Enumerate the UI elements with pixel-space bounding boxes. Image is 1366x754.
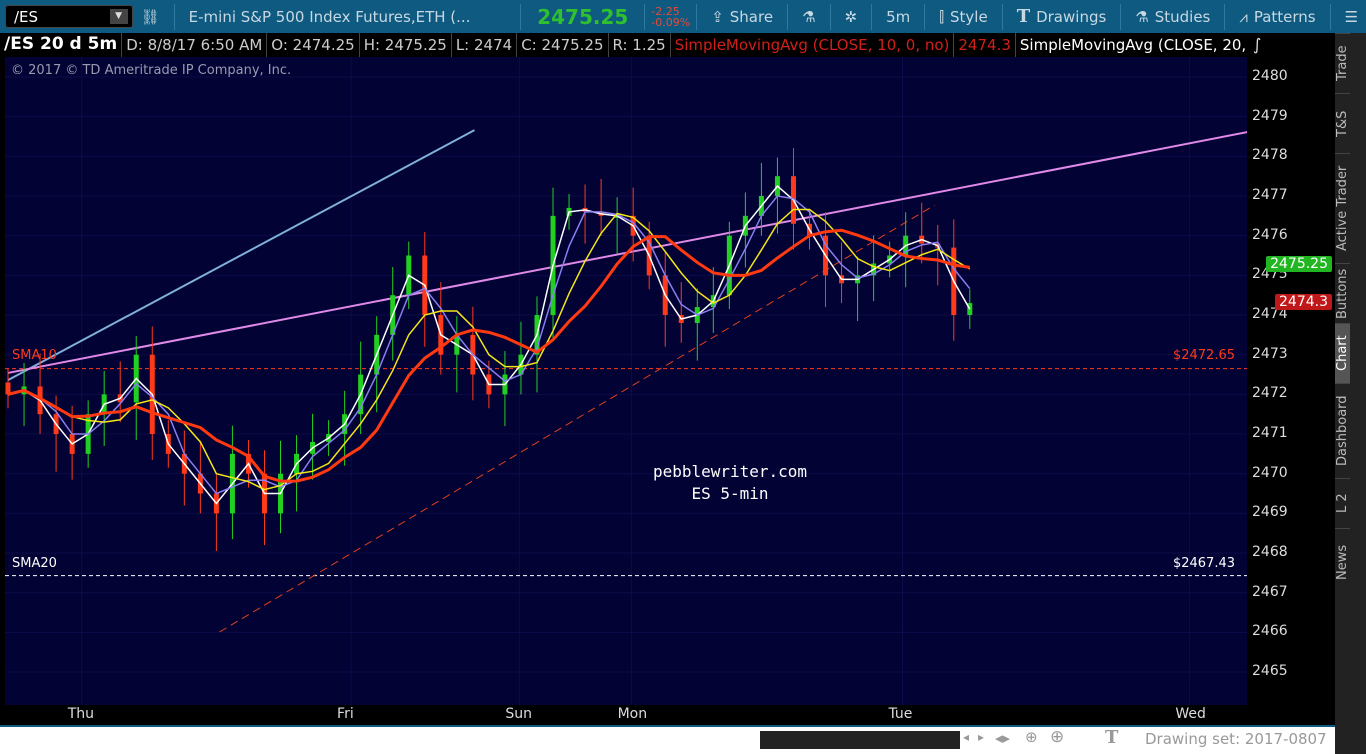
patterns-button[interactable]: ⩘ Patterns (1231, 8, 1323, 26)
drawing-set-selector[interactable]: Drawing set: 2017-0807 (1145, 730, 1327, 748)
menu-button[interactable]: ☰ (1337, 8, 1366, 26)
price-tick-label: 2469 (1252, 504, 1288, 521)
sidebar-tab-active-trader[interactable]: Active Trader (1335, 153, 1350, 263)
chart-plot (5, 57, 1247, 705)
price-tick-label: 2480 (1252, 68, 1288, 84)
symbol-description: E-mini S&P 500 Index Futures,ETH (... (188, 7, 471, 26)
settings-button[interactable]: ✲ (837, 8, 866, 26)
share-button[interactable]: ⇪ Share (703, 8, 781, 26)
time-axis[interactable]: Thu Fri Sun Mon Tue Wed (0, 705, 1335, 725)
bar-open: O: 2474.25 (267, 33, 360, 57)
menu-icon: ☰ (1344, 7, 1359, 26)
price-tick-label: 2479 (1252, 107, 1288, 124)
flask-icon: ⚗ (802, 7, 816, 26)
sma10-label: SMA10 (12, 348, 57, 363)
bar-date: D: 8/8/17 6:50 AM (122, 33, 268, 57)
price-tick-label: 2470 (1252, 464, 1288, 481)
sidebar-tab-dashboard[interactable]: Dashboard (1335, 383, 1350, 478)
price-tick-label: 2468 (1252, 544, 1288, 561)
copyright: © 2017 © TD Ameritrade IP Company, Inc. (11, 63, 292, 78)
time-tick-label: Wed (1175, 706, 1206, 722)
flask-button[interactable]: ⚗ (794, 8, 823, 26)
price-tick-label: 2471 (1252, 425, 1288, 442)
timeframe-button[interactable]: 5m (878, 8, 918, 26)
pan-icon[interactable]: ◂▸ (995, 729, 1010, 747)
chart-info-bar: /ES 20 d 5m D: 8/8/17 6:50 AM O: 2474.25… (0, 33, 1285, 57)
time-tick-label: Thu (67, 706, 95, 722)
time-tick-label: Sun (505, 706, 532, 722)
watermark: pebblewriter.com ES 5-min (605, 461, 855, 505)
sma20-study[interactable]: SimpleMovingAvg (CLOSE, 20, 0,... (1016, 33, 1285, 57)
flask-icon: ⚗ (1135, 7, 1149, 26)
bar-close: C: 2475.25 (517, 33, 609, 57)
time-tick-label: Fri (337, 706, 354, 722)
crosshair-icon[interactable]: ⊕ (1025, 728, 1038, 746)
price-tick-label: 2478 (1252, 147, 1288, 164)
sidebar-tab-t-s[interactable]: T&S (1335, 93, 1350, 153)
price-axis[interactable]: ∫ 2465 2466 2467 2468 2469 2470 2471 2472 2473 24… (1247, 33, 1335, 705)
price-badge: 2475.25 (1266, 256, 1332, 273)
sidebar-tab-trade[interactable]: Trade (1335, 33, 1350, 93)
timeframe-label: 5m (886, 7, 911, 26)
text-tool-icon: T (1016, 6, 1031, 27)
style-label: Style (950, 7, 988, 26)
price-change: -2.25 -0.09% (651, 6, 690, 28)
scroll-right-icon[interactable]: ▸ (978, 730, 984, 744)
patterns-label: Patterns (1253, 7, 1316, 26)
axis-scale-icon[interactable]: ∫ (1253, 35, 1261, 54)
sidebar-tab-news[interactable]: News (1335, 528, 1350, 596)
zoom-icon[interactable]: ⊕ (1050, 727, 1064, 747)
sma10-value-label: $2472.65 (1172, 348, 1235, 363)
price-tick-label: 2472 (1252, 385, 1288, 402)
last-price: 2475.25 (537, 4, 629, 29)
patterns-icon: ⩘ (1239, 7, 1248, 26)
price-tick-label: 2473 (1252, 345, 1288, 362)
symbol-selector[interactable]: /ES ▼ (5, 5, 133, 28)
price-tick-label: 2465 (1252, 663, 1288, 680)
change-percent: -0.09% (651, 15, 691, 29)
bar-low: L: 2474 (452, 33, 518, 57)
horizontal-scrollbar[interactable] (760, 731, 960, 749)
watermark-line: ES 5-min (691, 484, 769, 503)
price-chart[interactable]: © 2017 © TD Ameritrade IP Company, Inc. … (5, 57, 1247, 705)
symbol: /ES (14, 7, 39, 26)
sma10-value: 2474.3 (954, 33, 1016, 57)
scroll-left-icon[interactable]: ◂ (963, 730, 969, 744)
sidebar-tab-buttons[interactable]: Buttons (1335, 263, 1350, 323)
link-icon[interactable]: ⛓ (133, 8, 168, 26)
drawings-button[interactable]: T Drawings (1009, 6, 1115, 27)
time-tick-label: Mon (617, 706, 648, 722)
sma10-study[interactable]: SimpleMovingAvg (CLOSE, 10, 0, no) (671, 33, 955, 57)
studies-button[interactable]: ⚗ Studies (1127, 8, 1218, 26)
gear-icon: ✲ (844, 7, 858, 26)
studies-label: Studies (1154, 7, 1211, 26)
price-tick-label: 2476 (1252, 226, 1288, 243)
sma20-value-label: $2467.43 (1172, 556, 1235, 571)
style-button[interactable]: ⫿ Style (931, 8, 996, 26)
time-tick-label: Tue (888, 706, 913, 722)
share-label: Share (729, 7, 774, 26)
share-icon: ⇪ (711, 7, 724, 26)
price-badge: 2474.3 (1275, 294, 1332, 311)
sma20-label: SMA20 (12, 556, 57, 571)
candle-icon: ⫿ (939, 7, 945, 26)
price-tick-label: 2477 (1252, 187, 1288, 203)
text-tool-icon[interactable]: T (1105, 727, 1118, 748)
bar-range: R: 1.25 (609, 33, 671, 57)
sidebar-tab-chart[interactable]: Chart (1335, 323, 1350, 383)
change-value: -2.25 (651, 4, 680, 18)
bottom-toolbar: ◂ ▸ ◂▸ ⊕ ⊕ T Drawing set: 2017-0807 (0, 725, 1335, 754)
right-sidebar: Trade T&S Active Trader Buttons Chart Dashboa… (1335, 33, 1366, 754)
chart-title: /ES 20 d 5m (0, 33, 123, 57)
bar-high: H: 2475.25 (360, 33, 452, 57)
sidebar-tab-l-2[interactable]: L 2 (1335, 478, 1350, 528)
chevron-down-icon[interactable]: ▼ (109, 9, 128, 24)
toolbar: /ES ▼ ⛓ E-mini S&P 500 Index Futures,ETH … (0, 0, 1366, 33)
price-tick-label: 2467 (1252, 583, 1288, 600)
price-tick-label: 2466 (1252, 623, 1288, 640)
watermark-line: pebblewriter.com (652, 462, 808, 481)
drawings-label: Drawings (1036, 7, 1107, 26)
